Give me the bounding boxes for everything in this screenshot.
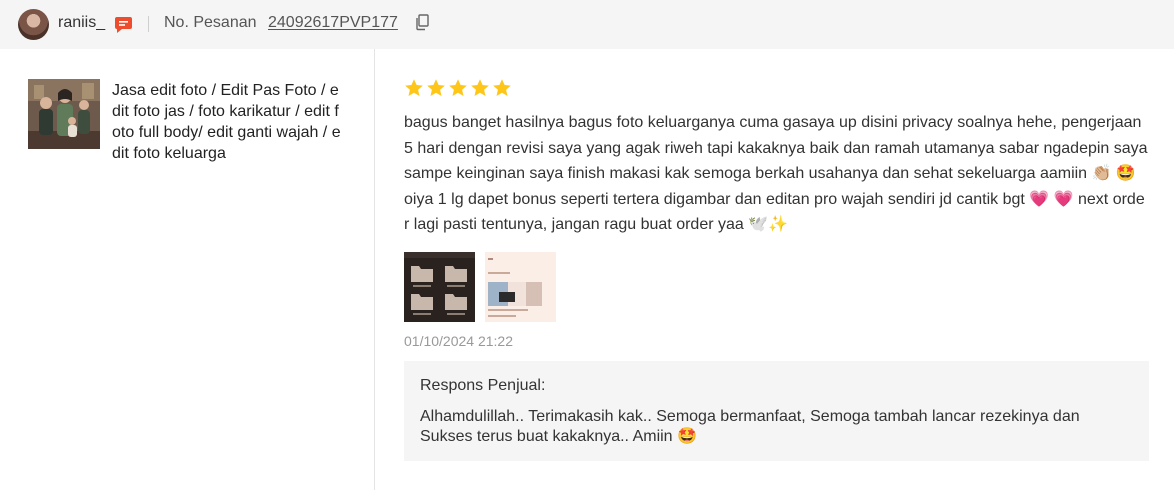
header-separator bbox=[148, 16, 149, 32]
review-header: raniis_ No. Pesanan 24092617PVP177 bbox=[0, 0, 1174, 49]
review-photo[interactable] bbox=[404, 252, 475, 322]
review-timestamp: 01/10/2024 21:22 bbox=[404, 333, 513, 349]
copy-icon[interactable] bbox=[415, 14, 430, 31]
star-icon bbox=[493, 79, 511, 96]
username[interactable]: raniis_ bbox=[58, 14, 105, 32]
order-number-link[interactable]: 24092617PVP177 bbox=[268, 14, 398, 32]
seller-response: Respons Penjual: Alhamdulillah.. Terimak… bbox=[404, 361, 1149, 461]
star-icon bbox=[449, 79, 467, 96]
star-icon bbox=[427, 79, 445, 96]
order-number-label: No. Pesanan bbox=[164, 14, 257, 31]
seller-response-label: Respons Penjual: bbox=[420, 377, 546, 394]
star-icon bbox=[405, 79, 423, 96]
review-text: bagus banget hasilnya bagus foto keluarg… bbox=[404, 114, 1148, 234]
chat-icon[interactable] bbox=[113, 14, 134, 35]
product-title[interactable]: Jasa edit foto / Edit Pas Foto / edit fo… bbox=[112, 80, 346, 164]
product-thumbnail[interactable] bbox=[28, 79, 100, 149]
review-photo[interactable] bbox=[485, 252, 556, 322]
rating-stars bbox=[404, 78, 512, 98]
avatar[interactable] bbox=[18, 9, 49, 40]
column-divider bbox=[374, 49, 375, 490]
star-icon bbox=[471, 79, 489, 96]
seller-response-text: Alhamdulillah.. Terimakasih kak.. Semoga… bbox=[420, 408, 1080, 445]
